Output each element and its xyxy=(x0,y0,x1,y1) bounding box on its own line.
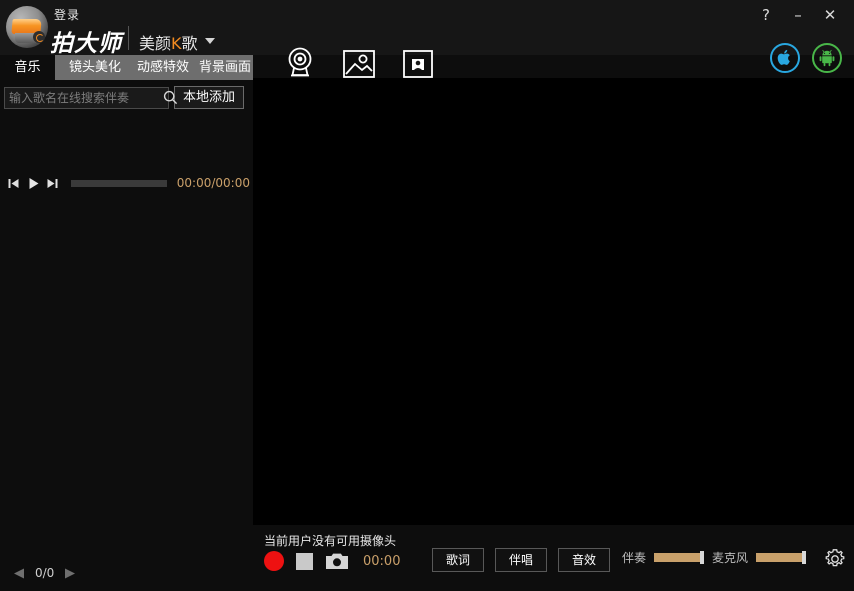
song-list[interactable] xyxy=(0,200,253,565)
tab-music[interactable]: 音乐 xyxy=(0,55,55,80)
backing-vocal-button[interactable]: 伴唱 xyxy=(495,548,547,572)
search-icon[interactable] xyxy=(163,90,178,105)
recording-controls: 00:00 xyxy=(264,551,400,571)
feature-toggle-buttons: 歌词 伴唱 音效 xyxy=(432,548,610,572)
logo-badge-icon xyxy=(33,31,45,43)
accompaniment-volume-fill xyxy=(654,553,704,562)
skip-next-icon[interactable] xyxy=(43,172,63,194)
android-icon[interactable] xyxy=(812,43,842,73)
playback-time-label: 00:00/00:00 xyxy=(177,176,250,190)
store-badges xyxy=(770,43,842,73)
triangle-left-icon[interactable] xyxy=(12,567,26,580)
video-preview-area[interactable] xyxy=(253,78,854,525)
stop-square-icon[interactable] xyxy=(296,553,313,570)
apple-icon[interactable] xyxy=(770,43,800,73)
accompaniment-volume-knob[interactable] xyxy=(700,551,704,564)
sound-effect-button[interactable]: 音效 xyxy=(558,548,610,572)
triangle-right-icon[interactable] xyxy=(63,567,77,580)
lyrics-button[interactable]: 歌词 xyxy=(432,548,484,572)
picture-icon[interactable] xyxy=(343,50,375,78)
mode-prefix: 美颜 xyxy=(139,34,171,53)
app-logo xyxy=(6,6,48,48)
source-toolbar xyxy=(285,46,433,78)
accompaniment-label: 伴奏 xyxy=(622,549,646,566)
window-controls: ? – ✕ xyxy=(750,2,846,28)
record-dot-icon[interactable] xyxy=(264,551,284,571)
camera-status-text: 当前用户没有可用摄像头 xyxy=(264,532,396,549)
tab-beautify[interactable]: 镜头美化 xyxy=(62,55,128,80)
microphone-label: 麦克风 xyxy=(712,549,748,566)
volume-sliders: 伴奏 麦克风 xyxy=(622,549,806,566)
player-controls: 00:00/00:00 xyxy=(4,172,250,194)
login-link[interactable]: 登录 xyxy=(54,6,80,23)
microphone-volume-fill xyxy=(756,553,806,562)
mode-suffix: 歌 xyxy=(182,34,198,53)
play-icon[interactable] xyxy=(24,172,44,194)
minimize-button[interactable]: – xyxy=(782,2,814,28)
gear-icon[interactable] xyxy=(824,548,846,570)
chevron-down-icon[interactable] xyxy=(205,38,215,44)
playback-progress-bar[interactable] xyxy=(71,180,167,187)
recording-timer: 00:00 xyxy=(363,554,400,569)
brand-title: 拍大师 xyxy=(50,24,122,58)
search-input[interactable] xyxy=(5,88,163,108)
mode-selector[interactable]: 美颜K歌 xyxy=(139,30,198,54)
local-add-button[interactable]: 本地添加 xyxy=(174,86,244,109)
search-box[interactable] xyxy=(4,87,169,109)
title-bar: 登录 拍大师 美颜K歌 xyxy=(0,0,854,55)
help-button[interactable]: ? xyxy=(750,2,782,28)
close-button[interactable]: ✕ xyxy=(814,2,846,28)
sidebar-tabs: 音乐 镜头美化 动感特效 背景画面 xyxy=(0,55,253,80)
search-row: 本地添加 xyxy=(4,86,244,109)
app-window: 登录 拍大师 美颜K歌 xyxy=(0,0,854,591)
portrait-frame-icon[interactable] xyxy=(403,50,433,78)
accompaniment-volume-slider[interactable] xyxy=(654,553,704,562)
mode-accent: K xyxy=(171,34,182,53)
brand-divider xyxy=(128,26,129,50)
sidebar: 音乐 镜头美化 动感特效 背景画面 本地添加 xyxy=(0,55,253,591)
microphone-volume-knob[interactable] xyxy=(802,551,806,564)
page-indicator: 0/0 xyxy=(35,566,54,580)
song-list-pager: 0/0 xyxy=(0,561,253,585)
webcam-icon[interactable] xyxy=(285,46,315,78)
microphone-volume-slider[interactable] xyxy=(756,553,806,562)
tab-background[interactable]: 背景画面 xyxy=(192,55,258,80)
tab-effects[interactable]: 动感特效 xyxy=(130,55,196,80)
camera-icon[interactable] xyxy=(326,552,348,570)
skip-previous-icon[interactable] xyxy=(4,172,24,194)
